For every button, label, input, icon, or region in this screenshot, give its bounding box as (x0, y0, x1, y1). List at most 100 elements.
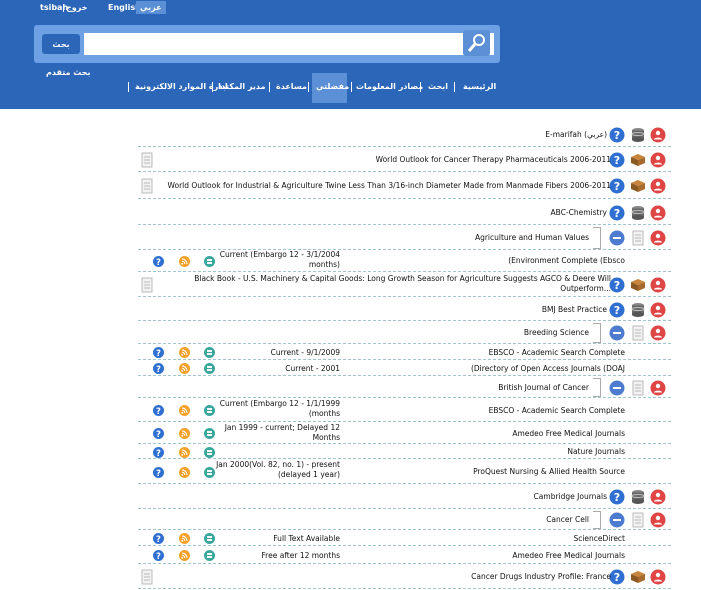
help-icon[interactable]: ? (153, 446, 164, 458)
collapse-icon[interactable] (609, 230, 625, 246)
remove-favorite-icon[interactable] (650, 178, 666, 194)
search-button[interactable]: ﺑﺤﺚ (42, 34, 80, 54)
help-icon[interactable]: ? (153, 533, 164, 545)
rss-icon[interactable] (179, 550, 190, 561)
header-bar: tsibah | ﺧﺮﻭﺝ English ﻋﺮﺑﻲ ﺑﺤﺚ ﺑﺤﺚ ﻣﺘﻘﺪﻡ… (0, 0, 701, 109)
table-icon[interactable] (204, 363, 215, 374)
help-icon[interactable]: ? (153, 363, 164, 375)
list-item: ? ABC-Chemistry (138, 200, 671, 225)
help-icon[interactable]: ? (609, 302, 625, 318)
provider-name: (Environment Complete (Ebsco (508, 256, 625, 265)
nav-separator (351, 82, 352, 92)
table-icon[interactable] (204, 428, 215, 439)
rss-icon[interactable] (179, 466, 190, 478)
rss-icon[interactable] (179, 446, 190, 458)
list-item: ? BMJ Best Practice (138, 298, 671, 321)
remove-favorite-icon[interactable] (650, 512, 666, 528)
list-item: ? World Outlook for Cancer Therapy Pharma… (138, 148, 671, 172)
nav-favorites[interactable]: ﻣﻔﻀﻠﺘﻲ (316, 82, 349, 91)
list-item: ? Black Book - U.S. Machinery & Capital G… (138, 273, 671, 297)
advanced-search-link[interactable]: ﺑﺤﺚ ﻣﺘﻘﺪﻡ (46, 68, 90, 77)
search-input[interactable] (84, 33, 494, 55)
remove-favorite-icon[interactable] (650, 152, 666, 168)
provider-name: Amedeo Free Medical Journals (512, 428, 625, 438)
table-icon[interactable] (204, 446, 215, 458)
help-icon[interactable]: ? (153, 347, 164, 359)
remove-favorite-icon[interactable] (650, 127, 666, 143)
rss-icon[interactable] (179, 533, 190, 544)
magnifier-icon[interactable] (463, 30, 490, 56)
journal-title: Breeding Science (523, 328, 589, 337)
document-icon[interactable] (139, 277, 155, 293)
bracket (593, 227, 601, 249)
remove-favorite-icon[interactable] (650, 569, 666, 585)
table-icon[interactable] (204, 466, 215, 478)
svg-text:?: ? (614, 154, 620, 167)
nav-home[interactable]: ﺍﻟﺮﺋﻴﺴﻴﺔ (463, 82, 496, 91)
svg-text:?: ? (156, 552, 161, 561)
help-icon[interactable]: ? (609, 127, 625, 143)
nav-separator (308, 82, 309, 92)
book-icon (630, 569, 646, 585)
table-icon[interactable] (204, 255, 215, 267)
help-icon[interactable]: ? (153, 428, 164, 440)
help-icon[interactable]: ? (153, 466, 164, 478)
nav-eresources[interactable]: ﺍﺩﺍﺭﺓ ﺍﻟﻤﻮﺍﺭﺩ ﺍﻻﻟﻜﺘﺮﻭﻧﻴﺔ (135, 82, 228, 91)
document-icon[interactable] (139, 569, 155, 585)
remove-favorite-icon[interactable] (650, 230, 666, 246)
rss-icon[interactable] (179, 405, 190, 416)
logout-link[interactable]: ﺧﺮﻭﺝ (66, 3, 87, 12)
coverage-text: months) (308, 260, 340, 269)
remove-favorite-icon[interactable] (650, 380, 666, 396)
help-icon[interactable]: ? (153, 550, 164, 562)
remove-favorite-icon[interactable] (650, 205, 666, 221)
rss-icon[interactable] (179, 363, 190, 374)
remove-favorite-icon[interactable] (650, 489, 666, 505)
list-item: Amedeo Free Medical Journals Free after 1… (138, 547, 671, 564)
help-icon[interactable]: ? (609, 205, 625, 221)
rss-icon[interactable] (179, 255, 190, 267)
coverage-text: Current - 9/1/2009 (270, 347, 340, 357)
table-icon[interactable] (204, 405, 215, 416)
arabic-link[interactable]: ﻋﺮﺑﻲ (136, 1, 166, 14)
collapse-icon[interactable] (609, 512, 625, 528)
rss-icon[interactable] (179, 428, 190, 439)
bracket (593, 378, 601, 397)
help-icon[interactable]: ? (609, 277, 625, 293)
table-icon[interactable] (204, 533, 215, 544)
help-icon[interactable]: ? (153, 255, 164, 267)
help-icon[interactable]: ? (609, 178, 625, 194)
provider-name: ProQuest Nursing & Allied Health Source (473, 467, 625, 476)
collapse-icon[interactable] (609, 325, 625, 341)
remove-favorite-icon[interactable] (650, 325, 666, 341)
list-item: EBSCO - Academic Search Complete Current … (138, 399, 671, 422)
rss-icon[interactable] (179, 347, 190, 358)
resource-title: BMJ Best Practice (541, 304, 607, 314)
coverage-text: (delayed 1 year) (278, 470, 340, 479)
coverage-text: Jan 2000(Vol. 82, no. 1) - present (216, 460, 340, 469)
list-item: Amedeo Free Medical Journals Jan 1999 - c… (138, 423, 671, 444)
document-icon (630, 325, 646, 341)
help-icon[interactable]: ? (609, 489, 625, 505)
nav-search[interactable]: ﺍﺑﺤﺚ (428, 82, 448, 91)
table-icon[interactable] (204, 347, 215, 358)
table-icon[interactable] (204, 550, 215, 561)
list-item: Breeding Science (138, 322, 671, 344)
help-icon[interactable]: ? (609, 569, 625, 585)
resource-title: Black Book - U.S. Machinery & Capital Go… (194, 274, 611, 283)
help-icon[interactable]: ? (153, 405, 164, 417)
remove-favorite-icon[interactable] (650, 277, 666, 293)
provider-name: Nature Journals (567, 447, 625, 456)
nav-help[interactable]: ﻣﺴﺎﻋﺪﺓ (276, 82, 307, 91)
coverage-text: Current (Embargo 12 - 1/1/1999 (219, 399, 340, 408)
remove-favorite-icon[interactable] (650, 302, 666, 318)
provider-name: (Directory of Open Access Journals (DOAJ (470, 363, 625, 373)
nav-resources[interactable]: ﻣﺼﺎﺩﺭ ﺍﻟﻤﻌﻠﻮﻣﺎﺕ (356, 82, 423, 91)
document-icon[interactable] (139, 152, 155, 168)
document-icon[interactable] (139, 178, 155, 194)
collapse-icon[interactable] (609, 380, 625, 396)
journal-title: Agriculture and Human Values (474, 233, 589, 242)
help-icon[interactable]: ? (609, 152, 625, 168)
book-icon (630, 277, 646, 293)
coverage-text: Months (312, 433, 340, 442)
